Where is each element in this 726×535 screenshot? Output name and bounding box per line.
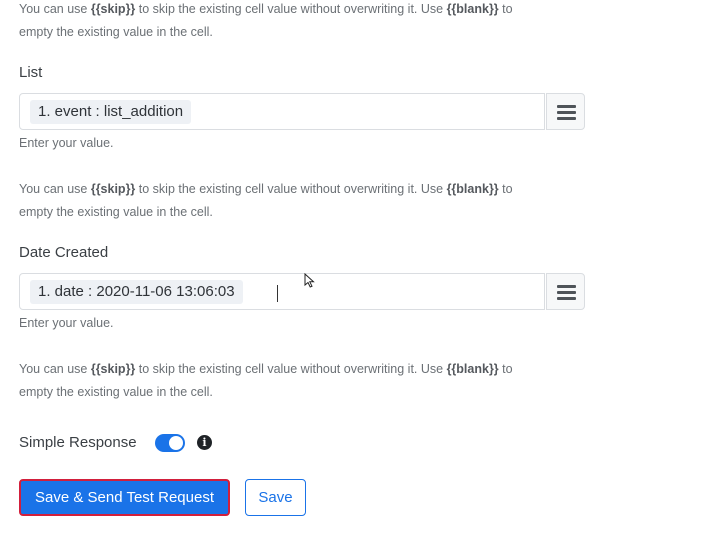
date-created-label: Date Created	[19, 244, 109, 261]
help-text-part: to skip the existing cell value without …	[135, 182, 447, 196]
list-hint: Enter your value.	[19, 136, 114, 150]
info-icon[interactable]: i	[197, 435, 212, 450]
help-text-top: You can use {{skip}} to skip the existin…	[19, 0, 539, 44]
date-created-help-text: You can use {{skip}} to skip the existin…	[19, 358, 539, 404]
help-text-part: to skip the existing cell value without …	[135, 2, 447, 16]
help-text-part: You can use	[19, 362, 91, 376]
blank-token: {{blank}}	[446, 362, 499, 376]
date-created-hint: Enter your value.	[19, 316, 114, 330]
help-text-part: You can use	[19, 182, 91, 196]
list-value-chip[interactable]: 1. event : list_addition	[30, 100, 192, 124]
list-label: List	[19, 64, 43, 81]
help-text-part: You can use	[19, 2, 91, 16]
save-and-send-test-request-button[interactable]: Save & Send Test Request	[19, 479, 230, 516]
toggle-knob	[169, 436, 183, 450]
hamburger-icon	[557, 285, 576, 288]
hamburger-icon	[557, 105, 576, 108]
date-created-value: 1. date : 2020-11-06 13:06:03	[38, 283, 235, 300]
date-created-input[interactable]: 1. date : 2020-11-06 13:06:03	[19, 273, 545, 310]
help-text-part: to skip the existing cell value without …	[135, 362, 447, 376]
date-created-value-chip[interactable]: 1. date : 2020-11-06 13:06:03	[30, 280, 243, 304]
hamburger-icon	[557, 111, 576, 114]
list-help-text: You can use {{skip}} to skip the existin…	[19, 178, 539, 224]
blank-token: {{blank}}	[446, 2, 499, 16]
hamburger-icon	[557, 291, 576, 294]
skip-token: {{skip}}	[90, 2, 136, 16]
save-button[interactable]: Save	[245, 479, 306, 516]
simple-response-toggle[interactable]	[155, 434, 185, 452]
date-created-menu-button[interactable]	[546, 273, 585, 310]
skip-token: {{skip}}	[90, 362, 136, 376]
list-input[interactable]: 1. event : list_addition	[19, 93, 545, 130]
skip-token: {{skip}}	[90, 182, 136, 196]
list-menu-button[interactable]	[546, 93, 585, 130]
simple-response-label: Simple Response	[19, 434, 137, 451]
mouse-cursor-icon	[304, 273, 315, 288]
blank-token: {{blank}}	[446, 182, 499, 196]
text-caret	[277, 285, 278, 302]
hamburger-icon	[557, 297, 576, 300]
form-page: You can use {{skip}} to skip the existin…	[0, 0, 726, 535]
hamburger-icon	[557, 117, 576, 120]
